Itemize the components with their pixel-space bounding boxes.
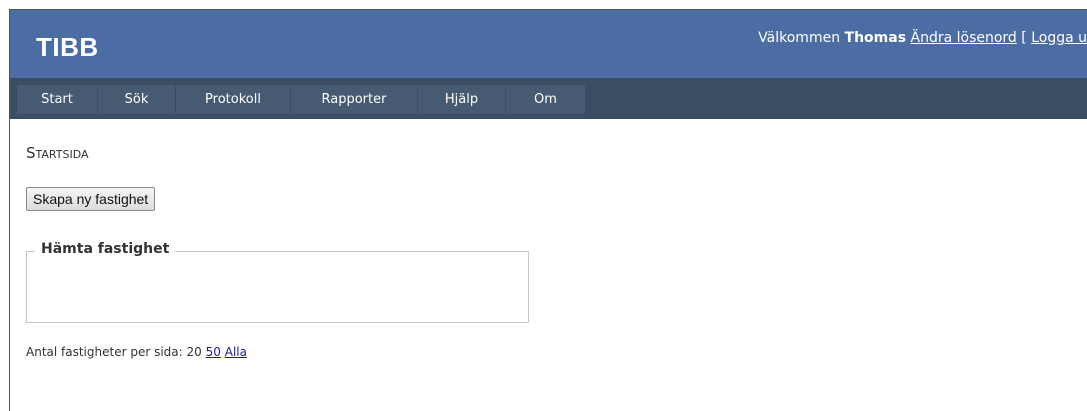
bracket-open: [ bbox=[1021, 30, 1027, 46]
user-area: Välkommen Thomas Ändra lösenord [ Logga … bbox=[758, 30, 1087, 46]
fetch-property-legend: Hämta fastighet bbox=[35, 241, 176, 257]
paging-options: Antal fastigheter per sida: 20 50 Alla bbox=[26, 345, 247, 359]
navigation-bar: Start Sök Protokoll Rapporter Hjälp Om bbox=[10, 78, 1087, 119]
paging-all-link[interactable]: Alla bbox=[225, 345, 247, 359]
welcome-text: Välkommen bbox=[758, 30, 841, 46]
create-property-button[interactable]: Skapa ny fastighet bbox=[26, 187, 156, 211]
change-password-link[interactable]: Ändra lösenord bbox=[911, 30, 1017, 46]
logout-link[interactable]: Logga u bbox=[1031, 30, 1087, 46]
main-menu: Start Sök Protokoll Rapporter Hjälp Om bbox=[17, 85, 586, 114]
header: TIBB Välkommen Thomas Ändra lösenord [ L… bbox=[10, 10, 1087, 78]
app-logo: TIBB bbox=[36, 32, 99, 62]
menu-item-rapporter[interactable]: Rapporter bbox=[291, 85, 417, 114]
menu-item-om[interactable]: Om bbox=[506, 85, 585, 114]
menu-item-sok[interactable]: Sök bbox=[98, 85, 175, 114]
menu-item-protokoll[interactable]: Protokoll bbox=[176, 85, 290, 114]
user-name: Thomas bbox=[844, 30, 907, 46]
paging-current: 20 bbox=[186, 345, 202, 359]
paging-label: Antal fastigheter per sida: bbox=[26, 345, 183, 359]
paging-50-link[interactable]: 50 bbox=[206, 345, 221, 359]
menu-item-hjalp[interactable]: Hjälp bbox=[418, 85, 505, 114]
page-title: Startsida bbox=[26, 144, 89, 162]
fetch-property-fieldset: Hämta fastighet bbox=[26, 241, 529, 323]
menu-item-start[interactable]: Start bbox=[17, 85, 97, 114]
